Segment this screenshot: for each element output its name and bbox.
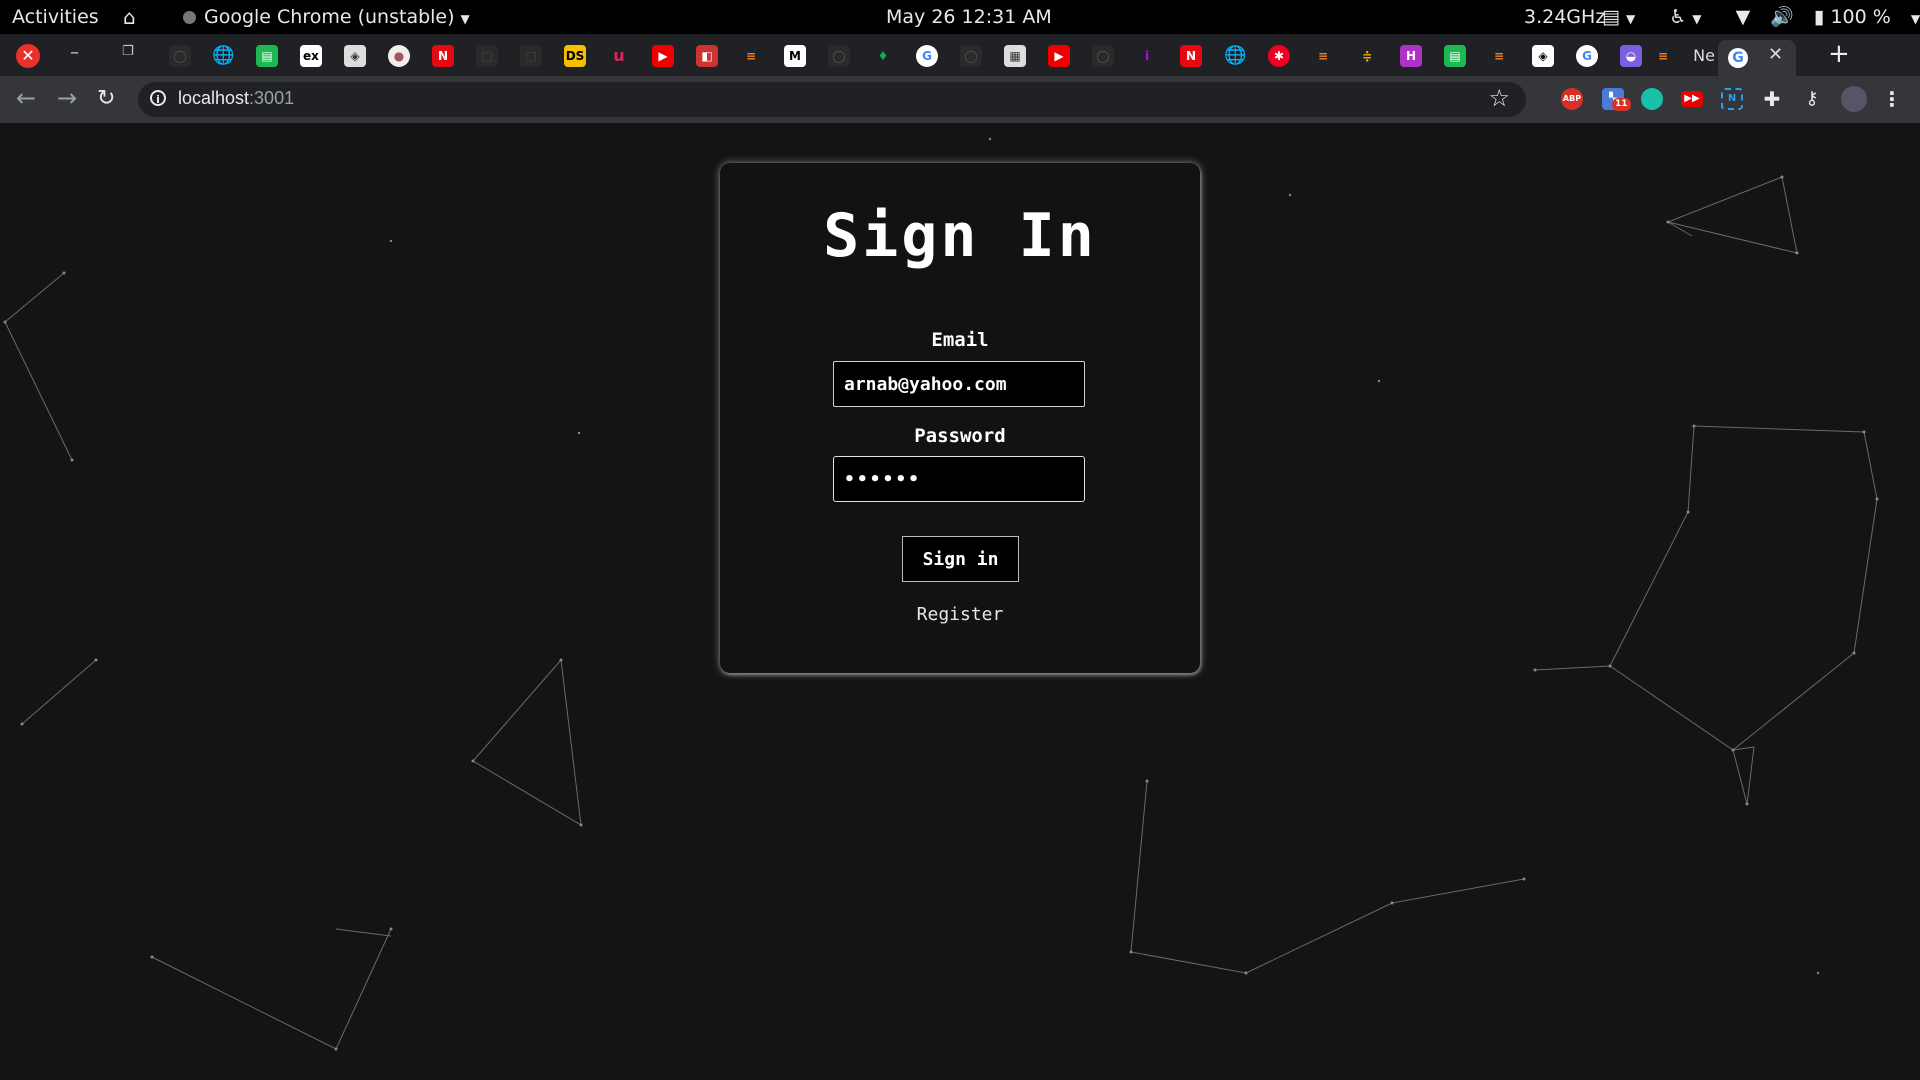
tab-github[interactable]: ◯	[169, 45, 191, 67]
browser-toolbar: ← → ↻ i localhost:3001 ☆ ABP ▚ 11 ▶▶ N ✚ …	[0, 76, 1920, 123]
tab-u[interactable]: u	[608, 45, 630, 67]
tab-red-gear[interactable]: ✱	[1268, 45, 1290, 67]
tab-h[interactable]: H	[1400, 45, 1422, 67]
tab-stackoverflow-1[interactable]: ≡	[740, 45, 762, 67]
back-button[interactable]: ←	[16, 84, 36, 112]
tab-strip: ✕ – ❐ ◯ 🌐 ▤ ex ◈ ● N □ □ DS u ▶ ◧ ≡ M ◯ …	[0, 34, 1920, 76]
tab-green-2[interactable]: ▤	[1444, 45, 1466, 67]
notion-extension-icon[interactable]: N	[1721, 88, 1743, 110]
tab-purple[interactable]: ◒	[1620, 45, 1642, 67]
tab-active[interactable]: G ✕	[1718, 40, 1796, 76]
tab-youtube-2[interactable]: ▶	[1048, 45, 1070, 67]
app-menu-label: Google Chrome (unstable)	[204, 6, 455, 28]
battery-icon: ▮ 100 % ▼	[1813, 6, 1920, 28]
tab-google-2[interactable]: G	[1576, 45, 1598, 67]
tab-red-n-2[interactable]: N	[1180, 45, 1202, 67]
tab-youtube-1[interactable]: ▶	[652, 45, 674, 67]
forward-button[interactable]: →	[57, 84, 77, 112]
status-area[interactable]: ▤ ▼ ♿ ▼ ▼ 🔊 ▮ 100 % ▼	[1602, 0, 1920, 34]
tab-globe[interactable]: 🌐	[212, 45, 234, 67]
tab-image[interactable]: ▦	[1004, 45, 1026, 67]
tab-medium[interactable]: M	[784, 45, 806, 67]
site-info-icon[interactable]: i	[150, 90, 166, 106]
address-bar[interactable]: i localhost:3001 ☆	[138, 82, 1526, 117]
adblock-extension-icon[interactable]: ABP	[1561, 88, 1583, 110]
window-minimize-button[interactable]: –	[70, 42, 79, 63]
google-icon: G	[1728, 48, 1748, 68]
tab-bitcoin[interactable]: ≑	[1356, 45, 1378, 67]
tab-dark-2[interactable]: □	[520, 45, 542, 67]
extension-badge: 11	[1612, 98, 1631, 111]
youtube-extension-icon[interactable]: ▶▶	[1681, 91, 1703, 107]
page-content: Sign In Email Password Sign in Register	[0, 123, 1920, 1080]
extension-icon-grid[interactable]: ▚ 11	[1602, 88, 1631, 111]
tab-green[interactable]: ▤	[256, 45, 278, 67]
email-field[interactable]	[833, 361, 1085, 407]
new-tab-button[interactable]: +	[1828, 39, 1850, 69]
grammarly-icon[interactable]	[1641, 88, 1663, 110]
reload-button[interactable]: ↻	[97, 86, 115, 111]
tab-diamond[interactable]: ◈	[344, 45, 366, 67]
tab-github-4[interactable]: ◯	[1092, 45, 1114, 67]
chrome-icon	[183, 11, 196, 24]
tab-ex[interactable]: ex	[300, 45, 322, 67]
chevron-down-icon: ▼	[460, 12, 470, 26]
tab-stackoverflow-3[interactable]: ≡	[1488, 45, 1510, 67]
url-host: localhost	[178, 88, 250, 108]
tab-stackoverflow-2[interactable]: ≡	[1312, 45, 1334, 67]
cpu-icon: ▤ ▼	[1602, 6, 1636, 28]
app-menu[interactable]: Google Chrome (unstable) ▼	[183, 0, 470, 34]
window-close-button[interactable]: ✕	[16, 44, 40, 68]
email-label: Email	[931, 329, 989, 351]
clock[interactable]: May 26 12:31 AM	[886, 0, 1052, 34]
volume-icon: 🔊	[1770, 6, 1794, 28]
home-icon[interactable]: ⌂	[123, 0, 136, 34]
tab-codepen[interactable]: ◈	[1532, 45, 1554, 67]
password-field[interactable]	[833, 456, 1085, 502]
sign-in-button[interactable]: Sign in	[902, 536, 1019, 582]
accessibility-icon: ♿ ▼	[1669, 6, 1702, 28]
tab-info[interactable]: i	[1136, 45, 1158, 67]
tab-stackoverflow-4[interactable]: ≡	[1652, 45, 1674, 67]
window-restore-button[interactable]: ❐	[122, 44, 134, 59]
tab-box[interactable]: ◧	[696, 45, 718, 67]
cpu-frequency[interactable]: 3.24GHz	[1524, 0, 1605, 34]
key-icon[interactable]: ⚷	[1801, 88, 1823, 110]
tab-dark-1[interactable]: □	[476, 45, 498, 67]
extensions-puzzle-icon[interactable]: ✚	[1761, 88, 1783, 110]
system-top-bar: Activities ⌂ Google Chrome (unstable) ▼ M…	[0, 0, 1920, 34]
activities-button[interactable]: Activities	[12, 0, 99, 34]
tab-globe-2[interactable]: 🌐	[1224, 45, 1246, 67]
wifi-icon: ▼	[1735, 6, 1751, 28]
url-port: :3001	[249, 88, 295, 108]
password-label: Password	[914, 425, 1006, 447]
tab-new-partial[interactable]: Ne	[1690, 45, 1718, 67]
menu-kebab-icon[interactable]: ⋮	[1881, 88, 1903, 110]
battery-percent: 100 %	[1830, 6, 1891, 28]
register-link[interactable]: Register	[720, 604, 1200, 625]
tab-avatar[interactable]: ●	[388, 45, 410, 67]
tab-red-n[interactable]: N	[432, 45, 454, 67]
tab-github-2[interactable]: ◯	[828, 45, 850, 67]
tab-google-1[interactable]: G	[916, 45, 938, 67]
profile-avatar[interactable]	[1841, 86, 1867, 112]
tab-mongodb[interactable]: ♦	[872, 45, 894, 67]
tab-ds[interactable]: DS	[564, 45, 586, 67]
bookmark-star-icon[interactable]: ☆	[1488, 84, 1510, 112]
signin-card: Sign In Email Password Sign in Register	[720, 163, 1200, 673]
tab-github-3[interactable]: ◯	[960, 45, 982, 67]
page-title: Sign In	[823, 201, 1097, 271]
close-tab-icon[interactable]: ✕	[1768, 44, 1783, 65]
url-text[interactable]: localhost:3001	[178, 88, 294, 109]
